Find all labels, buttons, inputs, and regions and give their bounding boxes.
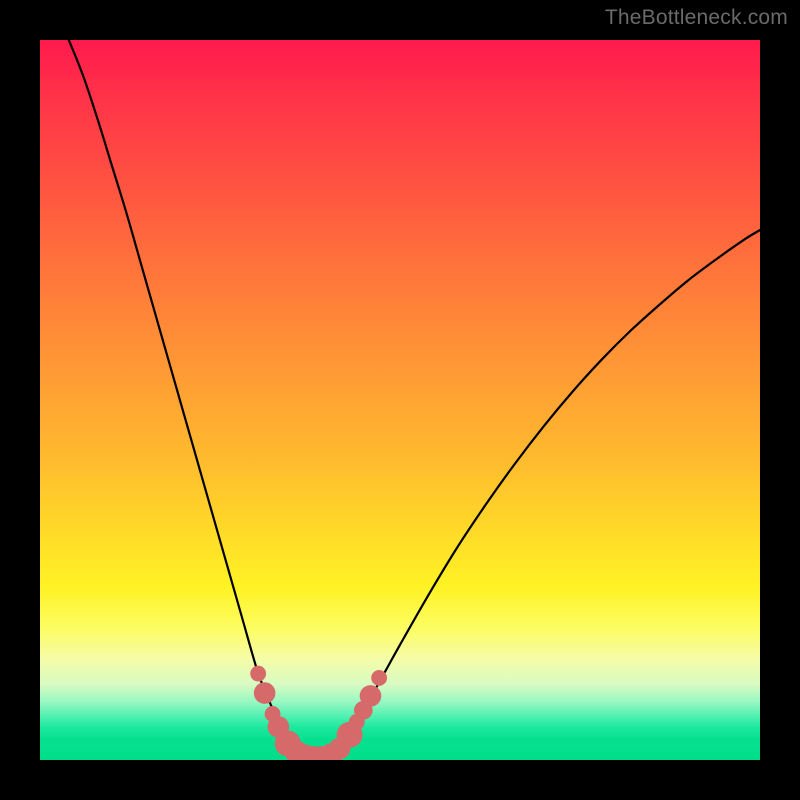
chart-frame: TheBottleneck.com [0, 0, 800, 800]
trough-marker [360, 685, 382, 707]
chart-svg [40, 40, 760, 760]
bottleneck-curve-line [69, 40, 760, 758]
trough-markers-group [250, 666, 387, 760]
watermark-text: TheBottleneck.com [605, 6, 788, 30]
trough-marker [371, 670, 387, 686]
trough-marker [250, 666, 266, 682]
trough-marker [254, 682, 276, 704]
plot-area [40, 40, 760, 760]
